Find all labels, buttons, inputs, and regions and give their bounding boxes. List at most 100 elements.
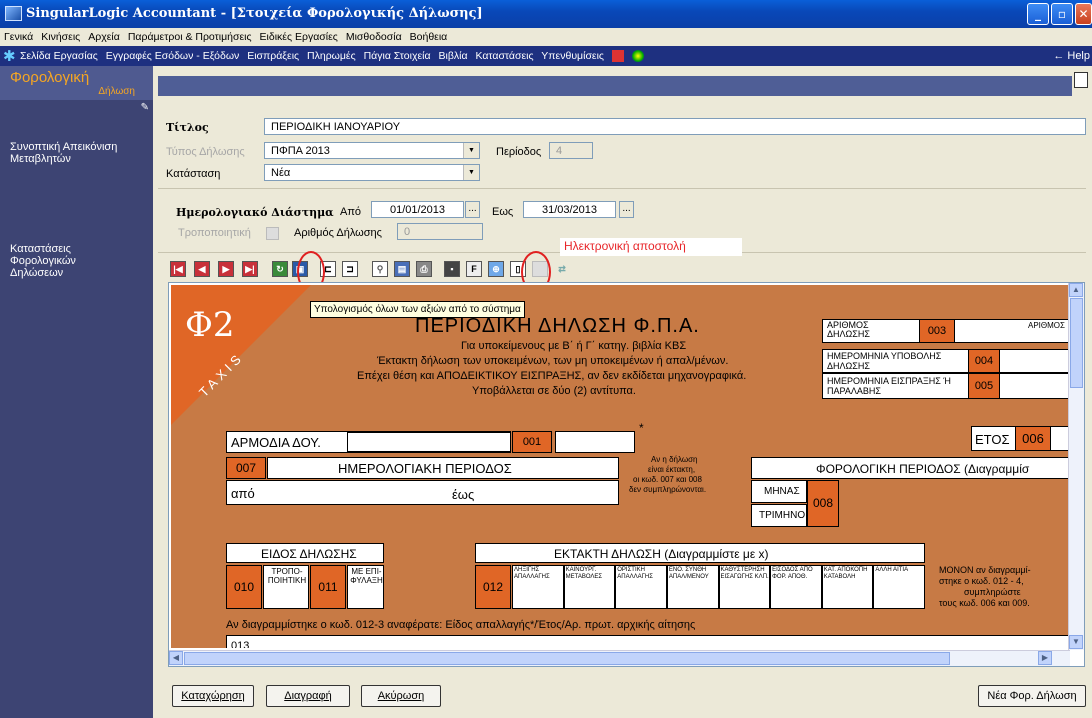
first-record-icon[interactable]: |◀	[170, 261, 186, 277]
extra-col-label: ΑΛΛΗ ΑΙΤΙΑ	[875, 567, 909, 573]
close-button[interactable]: ✕	[1075, 3, 1092, 25]
menu-params[interactable]: Παράμετροι & Προτιμήσεις	[124, 28, 256, 43]
quarter-box: ΤΡΙΜΗΝΟ	[751, 504, 807, 527]
vertical-scroll-thumb[interactable]	[1070, 298, 1083, 388]
menu-moves[interactable]: Κινήσεις	[37, 28, 84, 43]
electronic-send-icon[interactable]: ⊕	[488, 261, 504, 277]
status-label: Κατάσταση	[166, 168, 221, 180]
search-icon[interactable]: ⚲	[372, 261, 388, 277]
extra-col: ΚΑΤ. ΑΠΟΚΟΠΗ ΚΑΤΑΒΟΛΗ	[821, 565, 874, 609]
to-date-picker-button[interactable]: ...	[619, 201, 634, 218]
tax-office-field[interactable]	[347, 432, 511, 452]
link-icon: ⇄	[554, 261, 570, 277]
sidebar-title: Φορολογική	[10, 69, 90, 86]
next-record-icon[interactable]: ▶	[218, 261, 234, 277]
save-button[interactable]: Καταχώρηση	[172, 685, 254, 707]
save-disk-icon[interactable]: ▪	[444, 261, 460, 277]
scroll-down-icon[interactable]: ▼	[1069, 635, 1083, 649]
puzzle-icon[interactable]	[611, 50, 624, 63]
extraordinary-label: ΕΚΤΑΚΤΗ ΔΗΛΩΣΗ (Διαγραμμίστε με x)	[554, 547, 769, 561]
menu-help[interactable]: Βοήθεια	[406, 28, 452, 43]
print-icon[interactable]: ⎙	[416, 261, 432, 277]
nav-payments[interactable]: Πληρωμές	[307, 50, 356, 62]
chevron-down-icon[interactable]: ▼	[463, 165, 479, 180]
from-date-input[interactable]: 01/01/2013	[371, 201, 464, 218]
pin-icon[interactable]: ✎	[141, 102, 149, 113]
note-2: είναι έκτακτη,	[648, 465, 696, 474]
amend-checkbox[interactable]	[266, 227, 279, 240]
calendar-period-label: ΗΜΕΡΟΛΟΓΙΑΚΗ ΠΕΡΙΟΔΟΣ	[338, 461, 512, 476]
preview-icon[interactable]: ▤	[394, 261, 410, 277]
scroll-right-icon[interactable]: ▶	[1038, 651, 1052, 665]
cancel-button[interactable]: Ακύρωση	[361, 685, 441, 707]
amendment-box: ΤΡΟΠΟ-ΠΟΙΗΤΙΚΗ	[263, 565, 309, 609]
nav-reminders[interactable]: Υπενθυμίσεις	[541, 50, 604, 62]
maximize-button[interactable]: ▫	[1051, 3, 1073, 25]
page-icon[interactable]: ⊐	[342, 261, 358, 277]
code-013-field[interactable]: 013	[226, 635, 1068, 648]
only-if-note-3: συμπληρώστε	[964, 587, 1021, 597]
extraordinary-columns: ΛΗΞΙΓΗΣ ΑΠΑΛΛΑΓΗΣ ΚΑΙΝΟΥΡΓ. ΜΕΤΑΒΟΛΕΣ ΟΡ…	[512, 565, 925, 609]
submission-date-label: ΗΜΕΡΟΜΗΝΙΑ ΥΠΟΒΟΛΗΣ ΔΗΛΩΣΗΣ	[827, 351, 942, 371]
code-010: 010	[226, 565, 262, 609]
horizontal-scroll-thumb[interactable]	[184, 652, 950, 665]
code-001-field[interactable]	[555, 431, 635, 453]
sidebar-link-summary[interactable]: Συνοπτική Απεικόνιση Μεταβλητών	[10, 141, 145, 165]
code-001: 001	[512, 431, 552, 453]
cancel-button-label: Ακύρωση	[377, 690, 425, 702]
previous-record-icon[interactable]: ◀	[194, 261, 210, 277]
tax-period-box: ΦΟΡΟΛΟΓΙΚΗ ΠΕΡΙΟΔΟΣ (Διαγραμμίσ	[751, 457, 1068, 479]
new-declaration-button[interactable]: Νέα Φορ. Δήλωση	[978, 685, 1086, 707]
nav-assets[interactable]: Πάγια Στοιχεία	[364, 50, 431, 62]
extra-col-label: ΛΗΞΙΓΗΣ ΑΠΑΛΛΑΓΗΣ	[514, 567, 550, 580]
extra-col-label: ΟΡΙΣΤΙΚΗ ΑΠΑΛΛΑΓΗΣ	[617, 567, 653, 580]
menu-special[interactable]: Ειδικές Εργασίες	[256, 28, 342, 43]
title-input[interactable]: ΠΕΡΙΟΔΙΚΗ ΙΑΝΟΥΑΡΙΟΥ	[264, 118, 1086, 135]
decl-number-right-label: ΑΡΙΘΜΟΣ	[1028, 321, 1065, 330]
to-date-input[interactable]: 31/03/2013	[523, 201, 616, 218]
receipt-date-box: ΗΜΕΡΟΜΗΝΙΑ ΕΙΣΠΡΑΞΗΣ Ή ΠΑΡΑΛΑΒΗΣ	[822, 373, 1068, 399]
form-icon[interactable]: F	[466, 261, 482, 277]
from-date-picker-button[interactable]: ...	[465, 201, 480, 218]
delete-button[interactable]: Διαγραφή	[266, 685, 350, 707]
menu-general[interactable]: Γενικά	[0, 28, 37, 43]
chevron-down-icon[interactable]: ▼	[463, 143, 479, 158]
menu-files[interactable]: Αρχεία	[84, 28, 124, 43]
minimize-button[interactable]: _	[1027, 3, 1049, 25]
month-box: ΜΗΝΑΣ	[751, 480, 807, 503]
note-4: δεν συμπληρώνονται.	[629, 485, 707, 494]
nav-reports[interactable]: Καταστάσεις	[475, 50, 533, 62]
code-004: 004	[968, 349, 1000, 373]
divider	[158, 188, 1086, 189]
save-button-label: Καταχώρηση	[181, 690, 245, 702]
extra-col: ΕΙΣΟΔΟΣ ΑΠΟ ΦΟΡ. ΑΠΟΘ.	[770, 565, 822, 609]
reservation-box: ΜΕ ΕΠΙ-ΦΥΛΑΞΗ	[347, 565, 384, 609]
status-select[interactable]: Νέα ▼	[264, 164, 480, 181]
app-logo-icon	[5, 6, 22, 21]
month-label: ΜΗΝΑΣ	[764, 486, 800, 497]
tax-office-label: ΑΡΜΟΔΙΑ ΔΟΥ.	[231, 435, 321, 450]
menu-payroll[interactable]: Μισθοδοσία	[342, 28, 406, 43]
nav-workpage[interactable]: Σελίδα Εργασίας	[20, 50, 98, 62]
nav-receipts[interactable]: Εισπράξεις	[247, 50, 299, 62]
help-link[interactable]: ← Help	[1053, 50, 1090, 62]
from-label: Από	[340, 206, 362, 218]
code-008: 008	[807, 480, 839, 527]
tooltip: Υπολογισμός όλων των αξιών από το σύστημ…	[310, 301, 525, 318]
nav-entries[interactable]: Εγγραφές Εσόδων - Εξόδων	[106, 50, 240, 62]
scroll-left-icon[interactable]: ◀	[169, 651, 183, 665]
scroll-up-icon[interactable]: ▲	[1069, 283, 1083, 297]
note-3: οι κωδ. 007 και 008	[633, 475, 702, 484]
page-icon[interactable]	[1074, 72, 1088, 88]
declno-input: 0	[397, 223, 483, 240]
last-record-icon[interactable]: ▶|	[242, 261, 258, 277]
code-007: 007	[226, 457, 266, 479]
type-select[interactable]: ΠΦΠΑ 2013 ▼	[264, 142, 480, 159]
vertical-scrollbar[interactable]: ▲ ▼	[1068, 283, 1084, 650]
nav-books[interactable]: Βιβλία	[438, 50, 467, 62]
sidebar-link-reports[interactable]: Καταστάσεις Φορολογικών Δηλώσεων	[10, 243, 90, 279]
year-label: ΕΤΟΣ	[975, 432, 1010, 447]
refresh-icon[interactable]: ↻	[272, 261, 288, 277]
globe-icon[interactable]	[631, 50, 644, 63]
horizontal-scrollbar[interactable]: ◀ ▶	[169, 650, 1070, 666]
